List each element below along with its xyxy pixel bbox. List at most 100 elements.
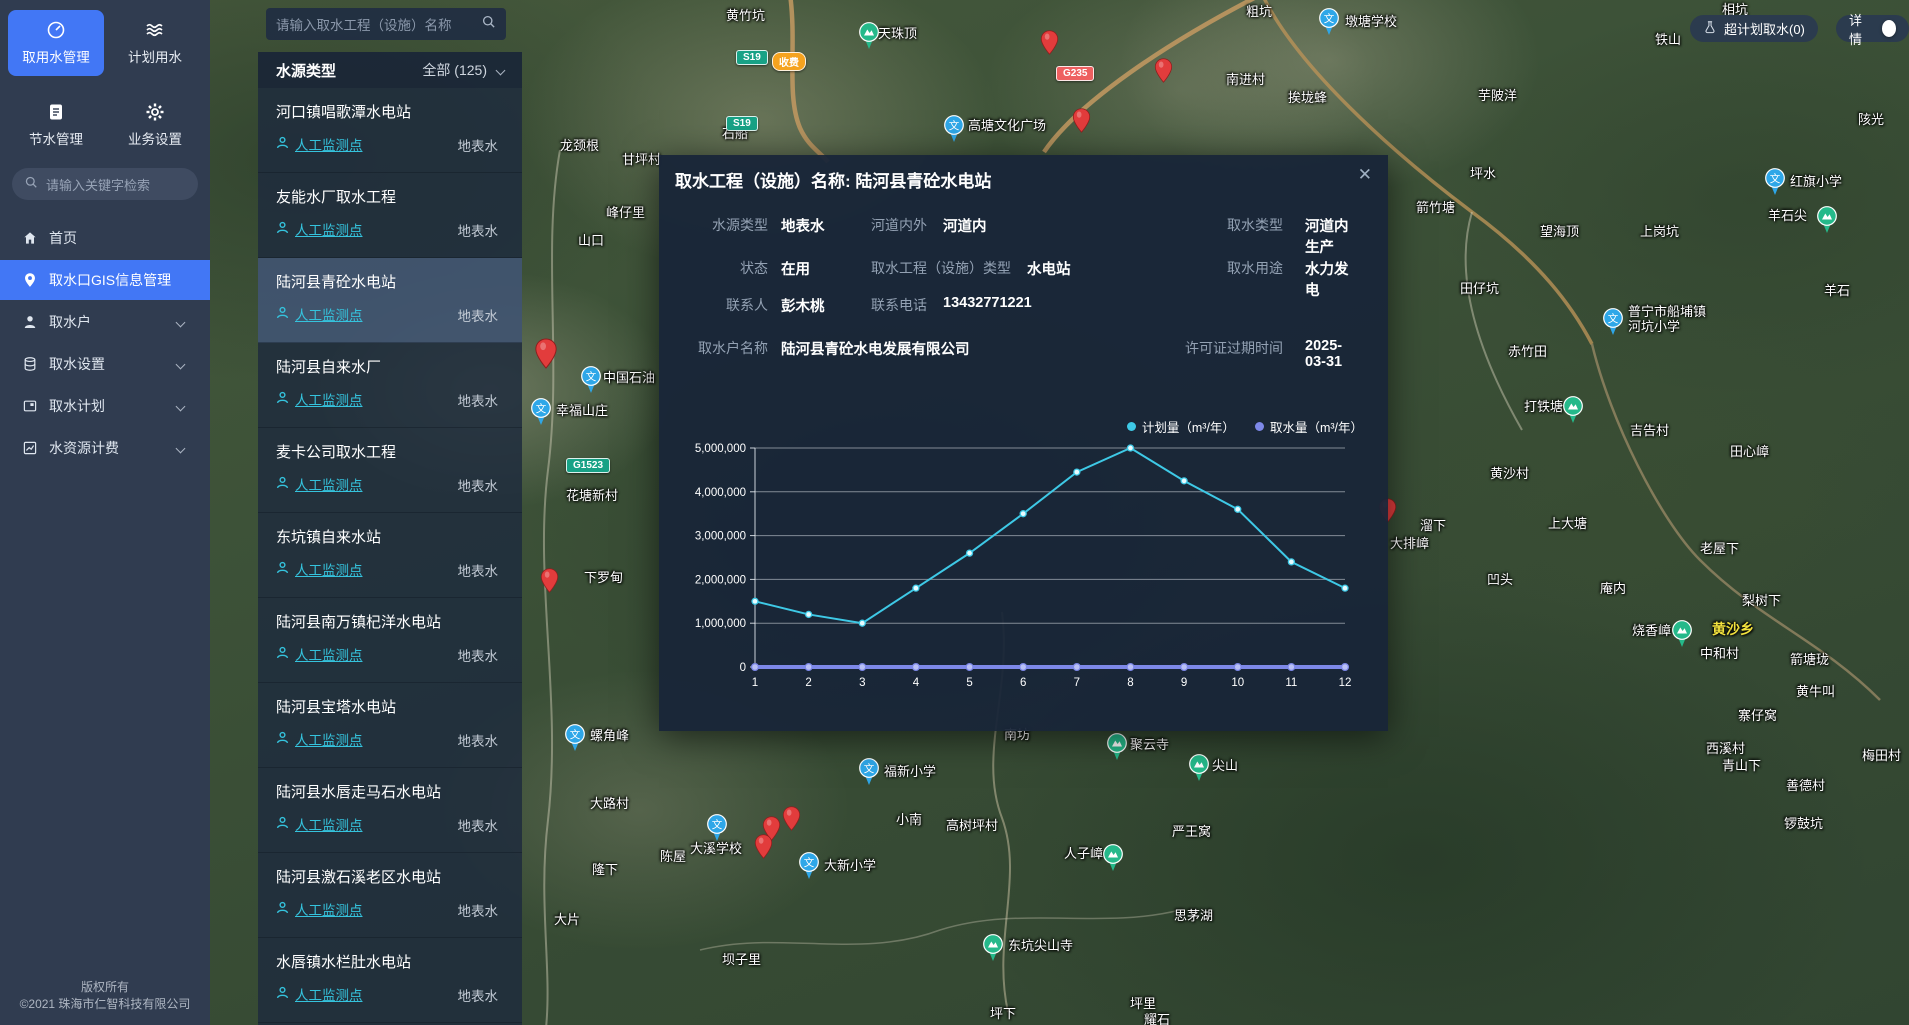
water-source-label: 地表水 bbox=[458, 560, 499, 580]
station-list-item[interactable]: 东坑镇自来水站人工监测点地表水 bbox=[258, 513, 522, 598]
mountain-poi-pin bbox=[858, 22, 880, 50]
svg-text:文: 文 bbox=[586, 370, 597, 383]
station-list-item[interactable]: 陆河县水唇走马石水电站人工监测点地表水 bbox=[258, 768, 522, 853]
station-name: 麦卡公司取水工程 bbox=[276, 441, 396, 462]
map-place-label: 龙颈根 bbox=[560, 138, 599, 153]
map-place-label: 梅田村 bbox=[1862, 748, 1901, 763]
monitor-label: 人工监测点 bbox=[295, 984, 363, 1004]
station-name: 东坑镇自来水站 bbox=[276, 526, 381, 547]
red-marker-pin[interactable] bbox=[534, 338, 558, 369]
station-name: 陆河县自来水厂 bbox=[276, 356, 381, 377]
svg-text:8: 8 bbox=[1127, 677, 1133, 689]
mountain-poi-pin bbox=[1106, 733, 1128, 761]
map-place-label: 人子嶂 bbox=[1064, 846, 1103, 861]
map-place-label: 小南 bbox=[896, 812, 922, 827]
station-list-item[interactable]: 陆河县自来水厂人工监测点 地表水 bbox=[258, 343, 522, 428]
over-plan-intake-pill[interactable]: 超计划取水(0) bbox=[1690, 15, 1818, 42]
module-label: 计划用水 bbox=[128, 46, 182, 66]
map-place-label: 陈屋 bbox=[660, 849, 686, 864]
chart: 01,000,0002,000,0003,000,0004,000,0005,0… bbox=[659, 405, 1388, 715]
monitor-label: 人工监测点 bbox=[295, 389, 363, 409]
red-marker-pin[interactable] bbox=[1072, 108, 1091, 133]
waves-icon bbox=[145, 20, 165, 40]
svg-text:文: 文 bbox=[712, 818, 723, 831]
sidebar-item-4[interactable]: 取水设置 bbox=[0, 344, 210, 384]
map-place-label: 东坑尖山寺 bbox=[1008, 938, 1073, 953]
red-marker-pin[interactable] bbox=[1154, 58, 1173, 83]
pin-icon bbox=[22, 272, 38, 288]
person-icon bbox=[276, 476, 289, 492]
red-marker-pin[interactable] bbox=[782, 806, 801, 831]
module-button-1[interactable]: 取用水管理 bbox=[8, 10, 104, 76]
close-icon[interactable]: ✕ bbox=[1358, 165, 1372, 185]
station-list-item[interactable]: 友能水厂取水工程人工监测点地表水 bbox=[258, 173, 522, 258]
sidebar-item-label: 取水口GIS信息管理 bbox=[49, 270, 171, 290]
chevron-down-icon[interactable] bbox=[176, 443, 186, 453]
chevron-down-icon[interactable] bbox=[176, 401, 186, 411]
sidebar-item-6[interactable]: 水资源计费 bbox=[0, 428, 210, 468]
map-place-label: 墩塘学校 bbox=[1345, 14, 1397, 29]
station-list-item[interactable]: 陆河县激石溪老区水电站人工监测点地表水 bbox=[258, 853, 522, 938]
red-marker-pin[interactable] bbox=[540, 568, 559, 593]
sidebar-search-input[interactable]: 请输入关键字检索 bbox=[12, 168, 198, 200]
monitor-label: 人工监测点 bbox=[295, 899, 363, 919]
station-search-input[interactable]: 请输入取水工程（设施）名称 bbox=[266, 8, 506, 40]
map-place-label: 赤竹田 bbox=[1508, 344, 1547, 359]
map-place-label: 大路村 bbox=[590, 796, 629, 811]
red-marker-pin[interactable] bbox=[1040, 30, 1059, 55]
map-place-label: 坪水 bbox=[1470, 166, 1496, 181]
monitor-label: 人工监测点 bbox=[295, 219, 363, 239]
svg-text:文: 文 bbox=[1608, 312, 1619, 325]
svg-text:文: 文 bbox=[864, 762, 875, 775]
road-badge: 收费 bbox=[772, 52, 806, 71]
map-place-label: 羊石尖 bbox=[1768, 208, 1807, 223]
red-marker-pin[interactable] bbox=[754, 834, 773, 859]
sidebar-item-2[interactable]: 取水口GIS信息管理 bbox=[0, 260, 210, 300]
map-place-label: 隆下 bbox=[592, 862, 618, 877]
svg-text:1: 1 bbox=[752, 677, 758, 689]
water-source-label: 地表水 bbox=[458, 390, 499, 410]
detail-value: 13432771221 bbox=[943, 295, 1032, 315]
station-name: 陆河县青砼水电站 bbox=[276, 271, 396, 292]
station-list-item[interactable]: 河口镇唱歌潭水电站人工监测点地表水 bbox=[258, 88, 522, 173]
detail-row-4: 取水户名称陆河县青砼水电发展有限公司许可证过期时间2025-03-31 bbox=[685, 338, 1362, 358]
map-place-label: 大排嶂 bbox=[1390, 536, 1429, 551]
module-label: 业务设置 bbox=[128, 128, 182, 148]
map-place-label: 上岗坑 bbox=[1640, 224, 1679, 239]
detail-value: 彭木桃 bbox=[781, 295, 825, 316]
station-name: 陆河县南万镇杞洋水电站 bbox=[276, 611, 441, 632]
detail-label: 取水工程（设施）类型 bbox=[871, 258, 1011, 279]
svg-text:5,000,000: 5,000,000 bbox=[695, 443, 746, 455]
svg-text:文: 文 bbox=[536, 402, 547, 415]
toggle-knob[interactable] bbox=[1882, 20, 1896, 37]
map-place-label: 福新小学 bbox=[884, 764, 936, 779]
map-place-label: 芋陂洋 bbox=[1478, 88, 1517, 103]
sidebar-item-5[interactable]: 取水计划 bbox=[0, 386, 210, 426]
mountain-poi-pin bbox=[1102, 844, 1124, 872]
sidebar-item-3[interactable]: 取水户 bbox=[0, 302, 210, 342]
school-poi-pin: 文 bbox=[580, 366, 602, 394]
station-list-item[interactable]: 陆河县青砼水电站人工监测点地表水 bbox=[258, 258, 522, 343]
station-list-item[interactable]: 麦卡公司取水工程人工监测点地表水 bbox=[258, 428, 522, 513]
detail-toggle[interactable]: 详情 bbox=[1836, 15, 1909, 42]
detail-value: 陆河县青砼水电发展有限公司 bbox=[781, 338, 970, 359]
filter-all-count[interactable]: 全部 (125) bbox=[422, 60, 487, 80]
module-button-3[interactable]: 节水管理 bbox=[8, 92, 104, 158]
sidebar-item-1[interactable]: 首页 bbox=[0, 218, 210, 258]
module-button-4[interactable]: 业务设置 bbox=[107, 92, 203, 158]
monitor-type: 人工监测点 bbox=[276, 814, 363, 834]
chevron-down-icon[interactable] bbox=[496, 65, 506, 75]
search-icon bbox=[24, 175, 38, 194]
station-list-item[interactable]: 陆河县南万镇杞洋水电站人工监测点地表水 bbox=[258, 598, 522, 683]
detail-group: 河道内外河道内 bbox=[871, 215, 987, 236]
detail-label: 水源类型 bbox=[685, 215, 768, 235]
map-place-label: 大片 bbox=[554, 912, 580, 927]
map-place-label: 高塘文化广场 bbox=[968, 118, 1046, 133]
detail-value: 水力发电 bbox=[1305, 258, 1362, 300]
chevron-down-icon[interactable] bbox=[176, 359, 186, 369]
module-button-2[interactable]: 计划用水 bbox=[107, 10, 203, 76]
station-list-item[interactable]: 陆河县宝塔水电站人工监测点地表水 bbox=[258, 683, 522, 768]
station-list-item[interactable]: 水唇镇水栏肚水电站人工监测点地表水 bbox=[258, 938, 522, 1023]
chevron-down-icon[interactable] bbox=[176, 317, 186, 327]
gear-icon bbox=[145, 102, 165, 122]
